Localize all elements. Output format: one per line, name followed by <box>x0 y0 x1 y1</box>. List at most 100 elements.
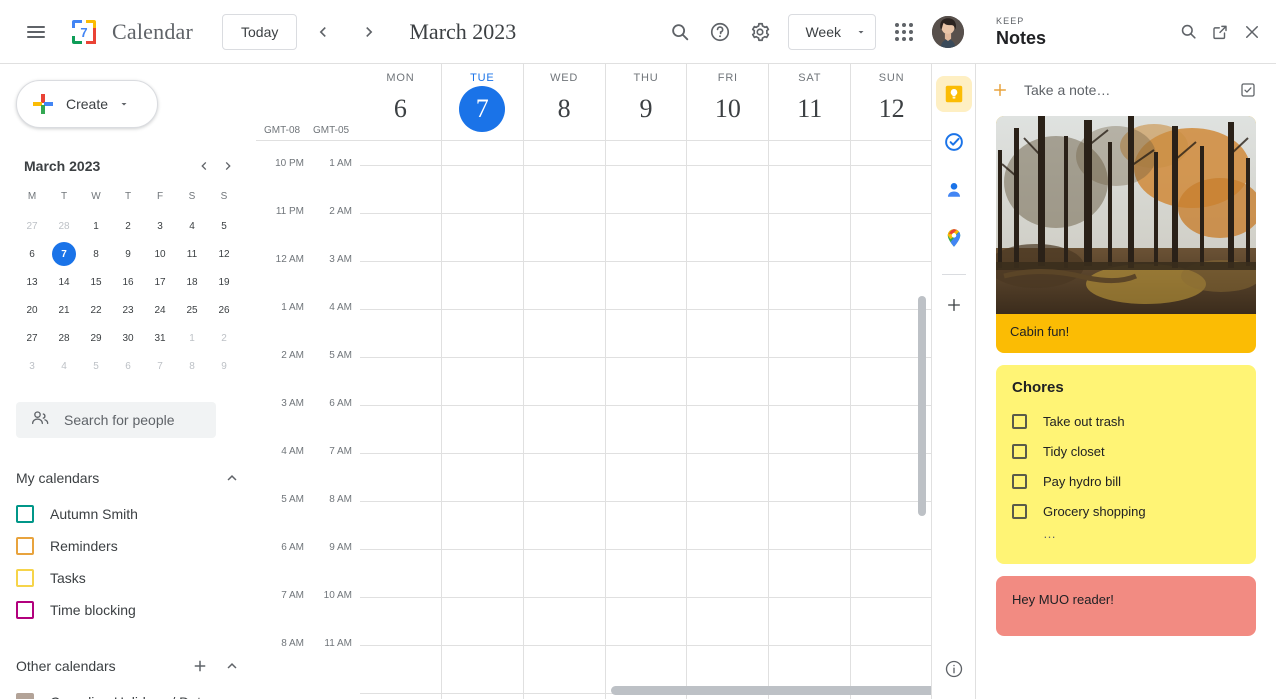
calendar-cell[interactable] <box>768 405 850 453</box>
calendar-cell[interactable] <box>768 309 850 357</box>
calendar-cell[interactable] <box>441 645 523 693</box>
calendar-cell[interactable] <box>686 597 768 645</box>
calendar-cell[interactable] <box>441 165 523 213</box>
calendar-cell[interactable] <box>441 309 523 357</box>
calendar-cell[interactable] <box>850 597 932 645</box>
mini-calendar-day[interactable]: 11 <box>176 240 208 268</box>
mini-calendar-day[interactable]: 16 <box>112 268 144 296</box>
calendar-cell[interactable] <box>441 549 523 597</box>
create-button[interactable]: Create <box>16 80 158 128</box>
calendar-cell[interactable] <box>360 597 441 645</box>
calendar-cell[interactable] <box>605 213 687 261</box>
help-icon[interactable] <box>700 12 740 52</box>
calendar-cell[interactable] <box>768 140 850 165</box>
calendar-checkbox[interactable] <box>16 601 34 619</box>
calendar-cell[interactable] <box>360 501 441 549</box>
my-calendar-item[interactable]: Reminders <box>0 530 256 562</box>
mini-calendar-day[interactable]: 12 <box>208 240 240 268</box>
mini-calendar-day[interactable]: 22 <box>80 296 112 324</box>
rail-add-button[interactable] <box>936 287 972 323</box>
keep-note-card[interactable]: Cabin fun! <box>996 116 1256 353</box>
calendar-horizontal-scrollbar[interactable] <box>611 686 932 695</box>
keep-close-icon[interactable] <box>1236 16 1268 48</box>
day-column-header[interactable]: FRI10 <box>686 64 768 140</box>
calendar-cell[interactable] <box>523 405 605 453</box>
calendar-cell[interactable] <box>768 357 850 405</box>
mini-calendar-day[interactable]: 9 <box>112 240 144 268</box>
calendar-cell[interactable] <box>523 309 605 357</box>
mini-calendar-day[interactable]: 2 <box>208 324 240 352</box>
calendar-cell[interactable] <box>686 453 768 501</box>
calendar-cell[interactable] <box>768 549 850 597</box>
mini-calendar-day[interactable]: 10 <box>144 240 176 268</box>
day-column-header[interactable]: SAT11 <box>768 64 850 140</box>
keep-note-card[interactable]: Hey MUO reader! <box>996 576 1256 636</box>
mini-calendar-day[interactable]: 4 <box>176 212 208 240</box>
calendar-cell[interactable] <box>523 693 605 699</box>
calendar-cell[interactable] <box>523 645 605 693</box>
mini-calendar-day[interactable]: 6 <box>16 240 48 268</box>
mini-calendar-day[interactable]: 6 <box>112 352 144 380</box>
mini-calendar-day[interactable]: 9 <box>208 352 240 380</box>
note-checkbox[interactable] <box>1012 414 1027 429</box>
day-number-button[interactable]: 8 <box>541 86 587 132</box>
settings-gear-icon[interactable] <box>740 12 780 52</box>
mini-calendar-day[interactable]: 2 <box>112 212 144 240</box>
calendar-cell[interactable] <box>360 453 441 501</box>
mini-calendar-next-icon[interactable] <box>216 154 240 178</box>
calendar-cell[interactable] <box>686 309 768 357</box>
rail-item-contacts[interactable] <box>936 172 972 208</box>
rail-item-maps[interactable] <box>936 220 972 256</box>
calendar-checkbox[interactable] <box>16 537 34 555</box>
calendar-cell[interactable] <box>523 165 605 213</box>
calendar-cell[interactable] <box>360 693 441 699</box>
collapse-my-calendars-icon[interactable] <box>216 462 248 494</box>
note-checkbox[interactable] <box>1012 474 1027 489</box>
calendar-cell[interactable] <box>441 501 523 549</box>
calendar-cell[interactable] <box>360 261 441 309</box>
day-number-button[interactable]: 7 <box>459 86 505 132</box>
calendar-cell[interactable] <box>360 165 441 213</box>
calendar-cell[interactable] <box>441 453 523 501</box>
my-calendar-item[interactable]: Tasks <box>0 562 256 594</box>
calendar-cell[interactable] <box>605 549 687 597</box>
rail-item-keep[interactable] <box>936 76 972 112</box>
calendar-cell[interactable] <box>523 213 605 261</box>
mini-calendar-day[interactable]: 20 <box>16 296 48 324</box>
calendar-cell[interactable] <box>850 140 932 165</box>
calendar-cell[interactable] <box>360 140 441 165</box>
mini-calendar-day[interactable]: 28 <box>48 212 80 240</box>
calendar-cell[interactable] <box>768 453 850 501</box>
calendar-cell[interactable] <box>523 501 605 549</box>
mini-calendar-day[interactable]: 4 <box>48 352 80 380</box>
previous-period-icon[interactable] <box>303 12 343 52</box>
my-calendar-item[interactable]: Autumn Smith <box>0 498 256 530</box>
calendar-cell[interactable] <box>850 165 932 213</box>
day-column-header[interactable]: SUN12 <box>850 64 932 140</box>
calendar-cell[interactable] <box>523 140 605 165</box>
rail-info-button[interactable] <box>936 651 972 687</box>
mini-calendar-day[interactable]: 17 <box>144 268 176 296</box>
calendar-cell[interactable] <box>686 213 768 261</box>
calendar-cell[interactable] <box>441 261 523 309</box>
day-number-button[interactable]: 10 <box>705 86 751 132</box>
mini-calendar-day[interactable]: 5 <box>208 212 240 240</box>
calendar-cell[interactable] <box>360 213 441 261</box>
calendar-cell[interactable] <box>605 140 687 165</box>
mini-calendar-day[interactable]: 31 <box>144 324 176 352</box>
day-number-button[interactable]: 12 <box>869 86 915 132</box>
calendar-checkbox[interactable] <box>16 505 34 523</box>
mini-calendar-day[interactable]: 1 <box>80 212 112 240</box>
rail-item-tasks[interactable] <box>936 124 972 160</box>
mini-calendar-prev-icon[interactable] <box>192 154 216 178</box>
mini-calendar-day[interactable]: 28 <box>48 324 80 352</box>
calendar-cell[interactable] <box>523 549 605 597</box>
note-checkbox[interactable] <box>1012 504 1027 519</box>
note-checklist-item[interactable]: Pay hydro bill <box>1012 466 1240 496</box>
calendar-cell[interactable] <box>768 165 850 213</box>
new-list-icon[interactable] <box>1232 74 1264 106</box>
my-calendar-item[interactable]: Time blocking <box>0 594 256 626</box>
calendar-cell[interactable] <box>441 405 523 453</box>
mini-calendar-day[interactable]: 7 <box>144 352 176 380</box>
day-column-header[interactable]: THU9 <box>605 64 687 140</box>
